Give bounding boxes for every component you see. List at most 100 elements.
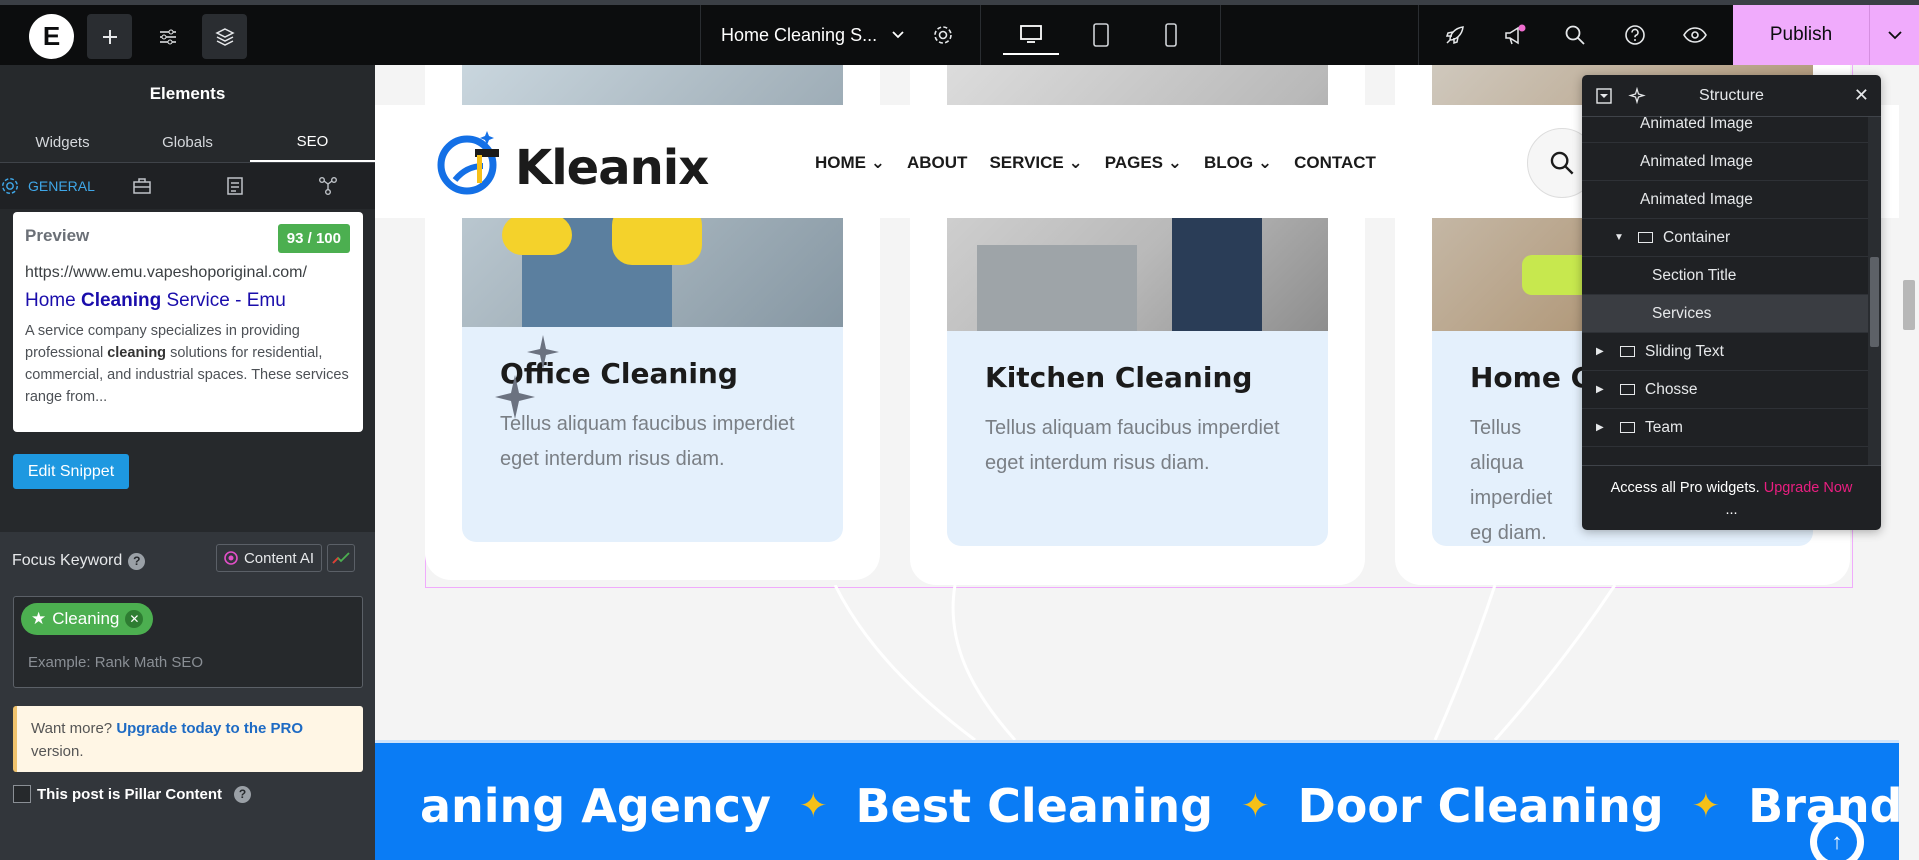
tablet-view-icon[interactable] — [1083, 17, 1119, 53]
subtab-advanced[interactable] — [95, 177, 188, 195]
add-element-button[interactable] — [87, 14, 132, 59]
structure-item[interactable]: ▶ Sliding Text — [1582, 333, 1868, 371]
remove-keyword-close-icon[interactable]: ✕ — [125, 610, 144, 628]
mobile-view-icon[interactable] — [1153, 17, 1189, 53]
structure-item[interactable]: Section Title — [1582, 257, 1868, 295]
document-title: Home Cleaning S... — [721, 24, 878, 45]
keyword-trends-icon[interactable] — [327, 544, 355, 572]
structure-item[interactable]: ▶process — [1582, 447, 1868, 453]
keyword-tag[interactable]: ★ Cleaning ✕ — [21, 603, 154, 635]
structure-item[interactable]: ▶ Chosse — [1582, 371, 1868, 409]
nav-item-about[interactable]: ABOUT — [907, 153, 967, 173]
structure-item[interactable]: Services — [1582, 295, 1868, 333]
seo-subtabs: GENERAL — [0, 163, 375, 209]
notifications-megaphone-icon[interactable] — [1497, 17, 1533, 53]
container-icon — [1620, 384, 1635, 395]
subtab-general[interactable]: GENERAL — [0, 176, 95, 196]
kleanix-logo-icon[interactable] — [437, 125, 509, 197]
keyword-tag-label: Cleaning — [52, 609, 120, 628]
sliding-text-item: aning Agency — [420, 779, 771, 833]
upgrade-now-link[interactable]: Upgrade Now — [1764, 480, 1853, 496]
tab-seo[interactable]: SEO — [250, 123, 375, 162]
structure-item[interactable]: Animated Image — [1582, 105, 1868, 143]
content-ai-button[interactable]: Content AI — [216, 544, 322, 572]
sliding-text-item: Best Cleaning — [855, 779, 1214, 833]
keyword-placeholder[interactable]: Example: Rank Math SEO — [28, 654, 203, 671]
nav-item-blog[interactable]: BLOG ⌄ — [1204, 153, 1272, 173]
arrow-up-icon: ↑ — [1817, 822, 1857, 860]
structure-item-label: Sliding Text — [1645, 342, 1724, 360]
panel-tabs: Widgets Globals SEO — [0, 123, 375, 163]
structure-layers-icon[interactable] — [202, 14, 247, 59]
upgrade-pro-link[interactable]: Upgrade today to the PRO — [116, 720, 303, 737]
star-icon: ★ — [31, 609, 47, 628]
nav-item-home[interactable]: HOME ⌄ — [815, 153, 885, 173]
structure-item[interactable]: Animated Image — [1582, 181, 1868, 219]
help-icon[interactable]: ? — [234, 785, 252, 803]
ai-sparkle-icon[interactable] — [1628, 87, 1646, 105]
background-decoration — [833, 585, 1617, 740]
nav-item-service[interactable]: SERVICE ⌄ — [989, 153, 1082, 173]
structure-item-label: Container — [1663, 228, 1731, 246]
scroll-to-top-button[interactable]: ↑ — [1810, 815, 1864, 860]
structure-navigator-panel[interactable]: Structure ✕ Animated Image Animated Image… — [1582, 75, 1881, 530]
panel-title: Elements — [149, 84, 226, 103]
structure-title: Structure — [1699, 86, 1764, 104]
checkbox[interactable] — [13, 785, 31, 803]
edit-snippet-button[interactable]: Edit Snippet — [13, 454, 129, 489]
subtab-social[interactable] — [282, 176, 375, 196]
star-icon: ✦ — [1691, 786, 1721, 826]
nav-item-pages[interactable]: PAGES ⌄ — [1105, 153, 1182, 173]
caret-down-icon[interactable]: ▼ — [1614, 232, 1630, 243]
search-icon[interactable] — [1557, 17, 1593, 53]
publish-button[interactable]: Publish — [1733, 5, 1869, 65]
help-icon[interactable]: ? — [128, 552, 146, 570]
desktop-view-icon[interactable] — [1003, 15, 1059, 55]
subtab-schema[interactable] — [188, 176, 281, 196]
content-ai-icon — [224, 551, 238, 565]
site-brand-name[interactable]: Kleanix — [515, 140, 709, 196]
structure-item[interactable]: ▶ Team — [1582, 409, 1868, 447]
structure-item-label: Animated Image — [1640, 114, 1753, 132]
structure-item-label: Services — [1652, 304, 1712, 322]
structure-item[interactable]: ▼ Container — [1582, 219, 1868, 257]
elementor-logo-icon[interactable]: E — [29, 14, 74, 59]
publish-options-chevron-icon[interactable] — [1869, 5, 1919, 65]
sliding-text-banner: aning Agency ✦ Best Cleaning ✦ Door Clea… — [375, 740, 1919, 860]
focus-keyword-label: Focus Keyword? — [12, 552, 146, 570]
close-icon[interactable]: ✕ — [1854, 85, 1869, 106]
caret-right-icon[interactable]: ▶ — [1596, 422, 1612, 433]
structure-item[interactable]: Animated Image — [1582, 143, 1868, 181]
star-icon: ✦ — [798, 786, 828, 826]
tab-widgets[interactable]: Widgets — [0, 123, 125, 162]
container-icon — [1638, 232, 1653, 243]
help-icon[interactable] — [1617, 17, 1653, 53]
structure-item-label: Section Title — [1652, 266, 1737, 284]
serp-title: Home Cleaning Service - Emu — [25, 290, 286, 311]
focus-keyword-input[interactable]: ★ Cleaning ✕ Example: Rank Math SEO — [13, 596, 363, 688]
chevron-down-icon: ⌄ — [1068, 153, 1083, 172]
rocket-icon[interactable] — [1437, 17, 1473, 53]
chevron-down-icon: ⌄ — [1257, 153, 1273, 172]
container-icon — [1620, 422, 1635, 433]
sliding-text-item: Door Cleaning — [1297, 779, 1664, 833]
pillar-content-checkbox[interactable]: This post is Pillar Content ? — [13, 785, 252, 803]
site-settings-icon[interactable] — [145, 14, 190, 59]
schema-document-icon — [227, 177, 243, 195]
tab-globals[interactable]: Globals — [125, 123, 250, 162]
nav-item-contact[interactable]: CONTACT — [1294, 153, 1376, 173]
pro-widgets-text: Access all Pro widgets. — [1610, 480, 1764, 496]
chevron-down-icon — [892, 31, 904, 39]
preview-eye-icon[interactable] — [1677, 17, 1713, 53]
more-options-icon[interactable]: ... — [1582, 502, 1881, 518]
collapse-all-icon[interactable] — [1596, 88, 1612, 104]
caret-right-icon[interactable]: ▶ — [1596, 384, 1612, 395]
container-icon — [1620, 346, 1635, 357]
page-settings-gear-icon[interactable] — [925, 17, 961, 53]
serp-preview-card[interactable]: Preview 93 / 100 https://www.emu.vapesho… — [13, 212, 363, 432]
caret-right-icon[interactable]: ▶ — [1596, 346, 1612, 357]
structure-scrollbar[interactable] — [1868, 117, 1881, 465]
service-title: Home C — [1470, 361, 1592, 394]
seo-score-badge: 93 / 100 — [277, 224, 350, 253]
canvas-scrollbar[interactable] — [1899, 65, 1919, 860]
